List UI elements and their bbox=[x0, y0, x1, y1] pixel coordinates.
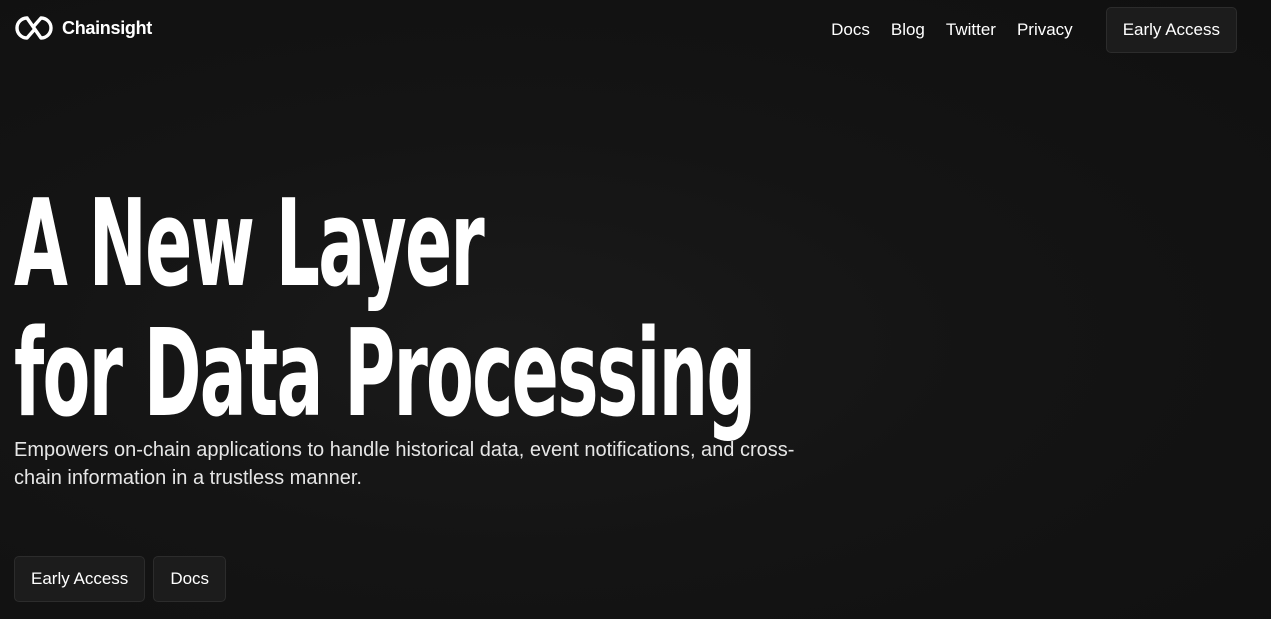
nav-link-blog[interactable]: Blog bbox=[891, 20, 925, 40]
landing-page: Chainsight Docs Blog Twitter Privacy Ear… bbox=[0, 0, 1271, 619]
nav-link-twitter[interactable]: Twitter bbox=[946, 20, 996, 40]
main-nav: Docs Blog Twitter Privacy Early Access bbox=[831, 7, 1237, 53]
hero-title: A New Layer for Data Processing bbox=[14, 175, 756, 444]
hero-subtitle: Empowers on-chain applications to handle… bbox=[14, 439, 795, 489]
brand-name: Chainsight bbox=[62, 17, 152, 38]
hero-title-line-2: for Data Processing bbox=[14, 305, 756, 444]
interlocked-rings-icon bbox=[15, 16, 53, 40]
nav-link-privacy[interactable]: Privacy bbox=[1017, 20, 1073, 40]
nav-link-docs[interactable]: Docs bbox=[831, 20, 870, 40]
hero-title-line-1: A New Layer bbox=[14, 175, 485, 314]
hero-cta-group: Early Access Docs bbox=[14, 556, 234, 602]
brand-logo-link[interactable]: Chainsight bbox=[14, 14, 152, 42]
nav-early-access-button[interactable]: Early Access bbox=[1105, 7, 1237, 53]
hero-early-access-button[interactable]: Early Access bbox=[14, 556, 146, 602]
hero-docs-button[interactable]: Docs bbox=[153, 556, 227, 602]
